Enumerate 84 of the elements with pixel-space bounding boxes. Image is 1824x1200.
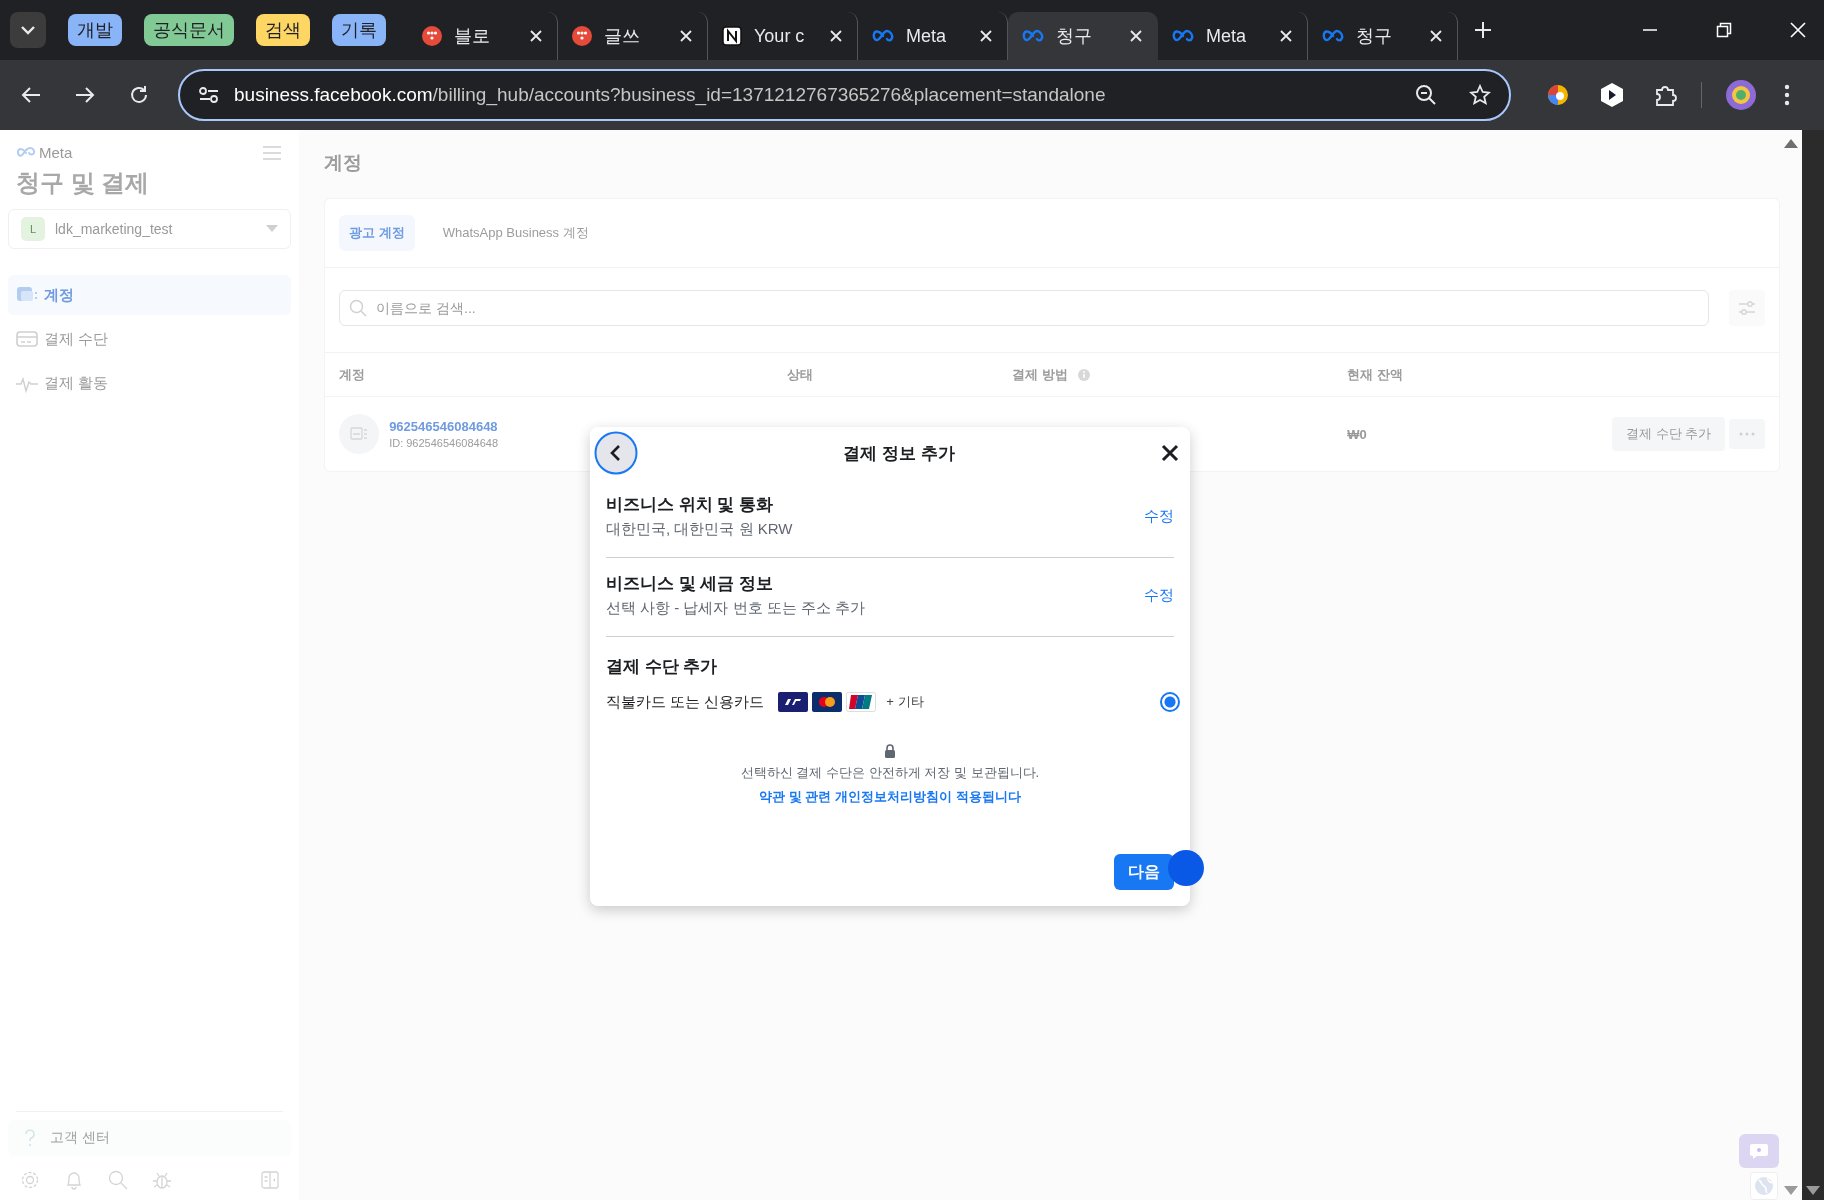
- card-icon: [16, 328, 38, 350]
- tab-group-chip[interactable]: 기록: [332, 14, 386, 46]
- card-logo-icon: [846, 692, 877, 712]
- close-icon[interactable]: [1160, 443, 1180, 463]
- infinity-icon: [872, 29, 894, 43]
- restore-icon[interactable]: [1716, 22, 1732, 38]
- account-icon: [339, 414, 380, 454]
- zoom-icon[interactable]: [1415, 84, 1437, 106]
- scroll-down-icon[interactable]: [1806, 1186, 1821, 1196]
- card-logo-icon: [812, 692, 843, 712]
- edit-link[interactable]: 수정: [1144, 506, 1174, 526]
- address-bar[interactable]: business.facebook.com/billing_hub/accounts?business_id=1371212767365276&placement=standalone: [178, 69, 1511, 121]
- back-button-icon[interactable]: [594, 431, 638, 475]
- column-header: 상태: [787, 365, 814, 384]
- account-id: ID: 962546546084648: [389, 437, 499, 449]
- section-subtitle: 선택 사항 - 납세자 번호 또는 주소 추가: [606, 599, 867, 618]
- scroll-up-icon[interactable]: [1784, 138, 1799, 148]
- caret-icon: [266, 225, 279, 233]
- tab-search-icon[interactable]: [10, 12, 46, 48]
- column-header: 현재 잔액: [1347, 365, 1403, 384]
- favicon-icon: [572, 26, 592, 46]
- account-selector[interactable]: L ldk_marketing_test: [8, 209, 292, 249]
- panel-toggle-icon[interactable]: [261, 1171, 280, 1189]
- account-link[interactable]: 962546546084648: [389, 419, 499, 434]
- site-settings-icon: [198, 86, 220, 104]
- balance-text: ₩0: [1347, 426, 1367, 442]
- tab-title: 글쓰: [604, 25, 641, 48]
- tab-title: 청구: [1056, 25, 1093, 48]
- tab-title: 청구: [1356, 25, 1393, 48]
- tab-title: Your c: [754, 25, 806, 47]
- puzzle-icon[interactable]: [1653, 83, 1677, 107]
- tab-group-chip[interactable]: 검색: [256, 14, 310, 46]
- more-icon[interactable]: [1784, 84, 1790, 106]
- account-avatar: L: [21, 217, 45, 241]
- tab-group-chip[interactable]: 공식문서: [144, 14, 234, 46]
- tab-title: Meta: [1206, 25, 1248, 47]
- column-header: 계정: [339, 365, 366, 384]
- tab[interactable]: 광고 계정: [339, 215, 415, 251]
- question-icon: [24, 1129, 36, 1147]
- nav-item[interactable]: 결제 수단: [8, 319, 292, 359]
- nav-item[interactable]: 결제 활동: [8, 363, 292, 403]
- policy-link[interactable]: 약관 및 관련 개인정보처리방침이 적용됩니다: [759, 788, 1021, 806]
- scroll-down-icon[interactable]: [1784, 1186, 1799, 1196]
- url-text: business.facebook.com/billing_hub/accounts?business_id=1371212767365276&placement=standalone: [234, 84, 1106, 106]
- star-icon[interactable]: [1469, 84, 1491, 106]
- help-center-link[interactable]: 고객 센터: [8, 1120, 292, 1156]
- add-payment-button[interactable]: 결제 수단 추가: [1611, 417, 1726, 451]
- security-note: 선택하신 결제 수단은 안전하게 저장 및 보관됩니다.: [740, 764, 1040, 782]
- section-title: 비즈니스 위치 및 통화: [606, 494, 775, 516]
- infinity-icon: [1172, 29, 1194, 43]
- cursor-dot-icon: [1168, 850, 1204, 886]
- edit-link[interactable]: 수정: [1144, 585, 1174, 605]
- column-header: 결제 방법: [1012, 365, 1068, 384]
- infinity-icon: [1022, 29, 1044, 43]
- search-field[interactable]: 이름으로 검색...: [339, 290, 1710, 326]
- radio-button[interactable]: [1160, 692, 1180, 712]
- section-title: 결제 수단 추가: [606, 656, 719, 678]
- info-icon: [1077, 368, 1090, 381]
- tab-title: 블로: [454, 25, 491, 48]
- nav-item[interactable]: 계정: [8, 275, 292, 315]
- sidebar-title: 청구 및 결제: [15, 168, 151, 198]
- new-tab-icon[interactable]: [1474, 21, 1492, 39]
- brand-name: Meta: [39, 144, 73, 161]
- favicon-icon: [722, 26, 742, 46]
- extension-icon[interactable]: [1599, 82, 1625, 108]
- tab-title: Meta: [906, 25, 948, 47]
- avatar-icon[interactable]: [1726, 80, 1756, 110]
- section-subtitle: 대한민국, 대한민국 원 KRW: [606, 520, 794, 539]
- option-label: 직불카드 또는 신용카드: [606, 692, 765, 712]
- page-title: 계정: [324, 151, 364, 175]
- tab-group-chip[interactable]: 개발: [68, 14, 122, 46]
- next-button[interactable]: 다음: [1114, 854, 1174, 890]
- reload-icon[interactable]: [128, 84, 150, 106]
- extension-icon[interactable]: [1545, 82, 1571, 108]
- infinity-icon: [1322, 29, 1344, 43]
- infinity-icon: [16, 146, 36, 159]
- section-title: 비즈니스 및 세금 정보: [606, 573, 775, 595]
- browser-tab[interactable]: 청구: [1008, 12, 1158, 60]
- lock-icon: [884, 744, 896, 758]
- tab[interactable]: WhatsApp Business 계정: [432, 215, 599, 251]
- card-logo-icon: [778, 692, 809, 712]
- dialog-title: 결제 정보 추가: [842, 442, 956, 465]
- favicon-icon: [422, 26, 442, 46]
- more-text: + 기타: [886, 693, 924, 711]
